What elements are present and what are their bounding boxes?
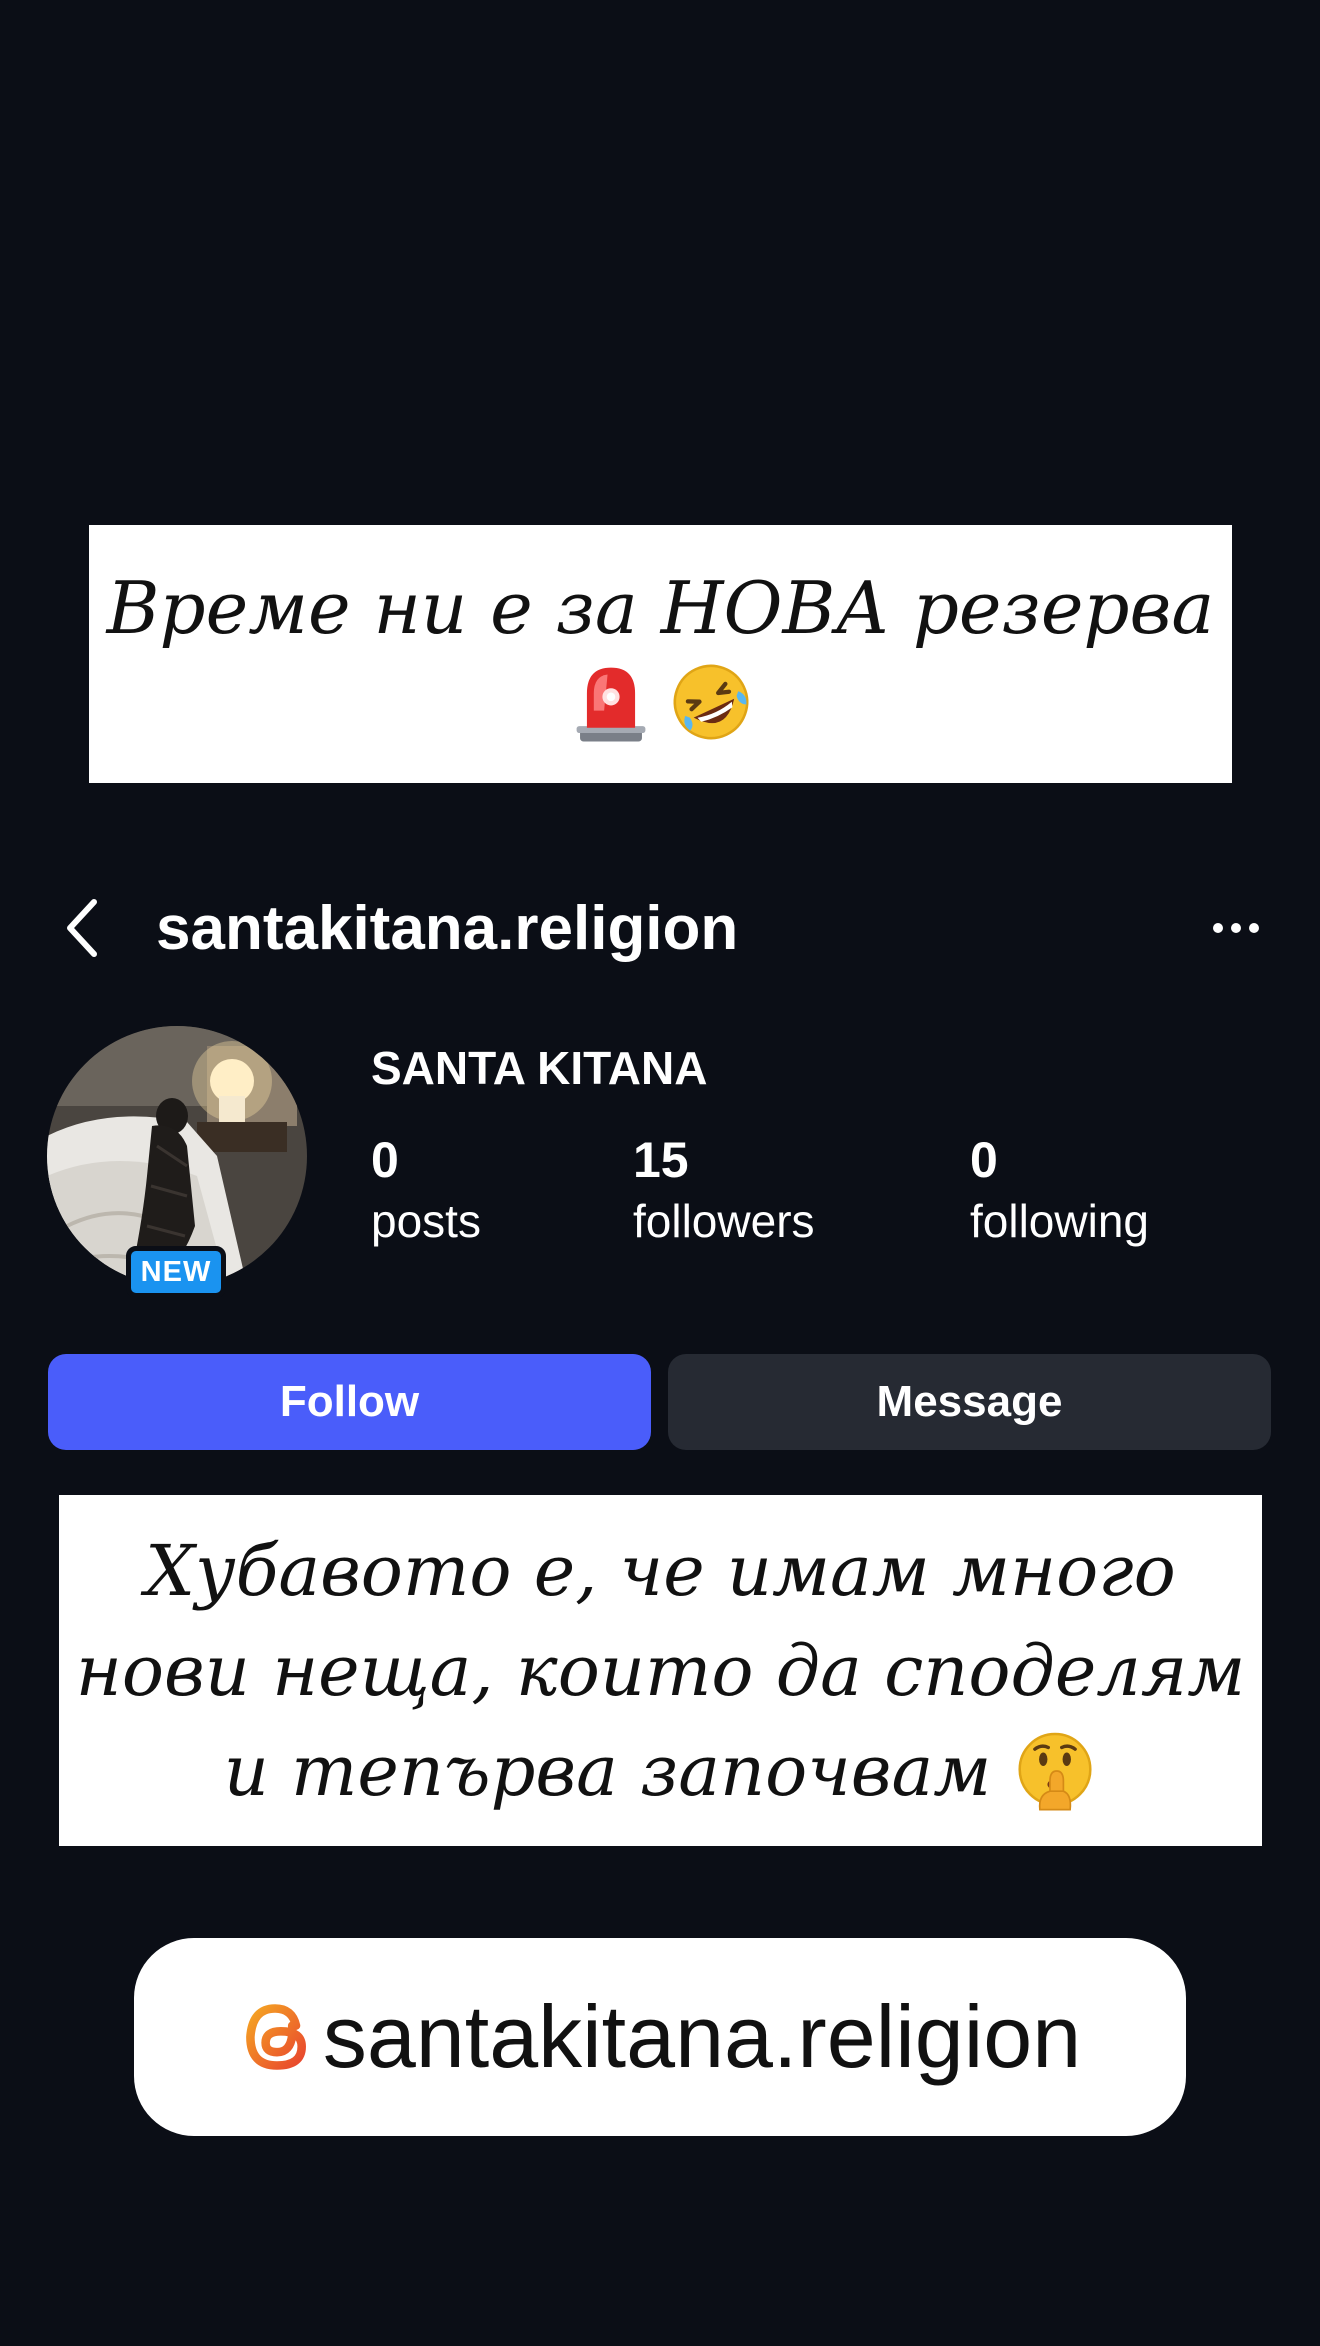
caption-top: Време ни е за НОВА резерва [89, 525, 1232, 783]
caption-middle-line-1: Хубавото е, че имам много [145, 1529, 1176, 1612]
shushing-face-emoji [1018, 1732, 1092, 1810]
caption-middle-line-2: нови неща, които да споделям [75, 1629, 1246, 1712]
posts-stat[interactable]: 0 posts [371, 1128, 481, 1250]
caption-middle-line-3-row: и тепърва започвам [224, 1721, 1098, 1821]
rolling-laughing-emoji [673, 664, 748, 740]
profile-display-name: SANTA KITANA [371, 1042, 708, 1094]
threads-handle-sticker[interactable]: santakitana.religion [134, 1938, 1186, 2136]
caption-top-text: Време ни е за НОВА резерва [106, 566, 1215, 650]
posts-label: posts [371, 1195, 481, 1247]
profile-username: santakitana.religion [156, 894, 739, 963]
new-badge: NEW [126, 1246, 226, 1298]
followers-label: followers [633, 1195, 815, 1247]
followers-count: 15 [633, 1132, 689, 1188]
followers-stat[interactable]: 15 followers [633, 1128, 815, 1250]
following-label: following [970, 1195, 1149, 1247]
caption-middle-line-3: и тепърва започвам [223, 1729, 992, 1812]
posts-count: 0 [371, 1132, 399, 1188]
message-button[interactable]: Message [668, 1354, 1271, 1450]
caption-top-emojis [568, 659, 754, 745]
siren-emoji [576, 667, 645, 742]
follow-button[interactable]: Follow [48, 1354, 651, 1450]
back-chevron-icon[interactable] [62, 898, 102, 958]
caption-middle: Хубавото е, че имам много нови неща, кои… [59, 1495, 1262, 1846]
threads-icon [245, 2004, 306, 2070]
following-count: 0 [970, 1132, 998, 1188]
following-stat[interactable]: 0 following [970, 1128, 1149, 1250]
more-options-icon[interactable] [1210, 914, 1262, 942]
threads-handle-text: santakitana.religion [322, 1987, 1082, 2086]
